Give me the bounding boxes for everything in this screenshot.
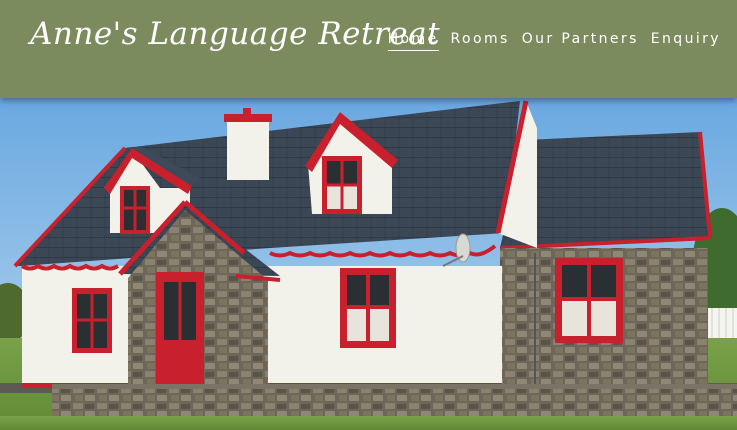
site-logo[interactable]: Anne's Language Retreat xyxy=(30,16,440,52)
chimney xyxy=(224,108,272,180)
nav-home[interactable]: Home xyxy=(387,31,439,51)
nav-our-partners[interactable]: Our Partners xyxy=(522,31,639,51)
nav-rooms[interactable]: Rooms xyxy=(451,31,510,51)
nav-enquiry[interactable]: Enquiry xyxy=(651,31,721,51)
site-header: Anne's Language Retreat Home Rooms Our P… xyxy=(0,0,737,98)
picket-fence xyxy=(706,308,737,338)
main-nav: Home Rooms Our Partners Enquiry xyxy=(387,31,721,51)
window-center xyxy=(340,268,396,348)
window-left xyxy=(72,288,112,353)
hero-banner xyxy=(0,98,737,430)
stone-wall xyxy=(52,386,737,420)
cottage-photo xyxy=(0,98,737,430)
